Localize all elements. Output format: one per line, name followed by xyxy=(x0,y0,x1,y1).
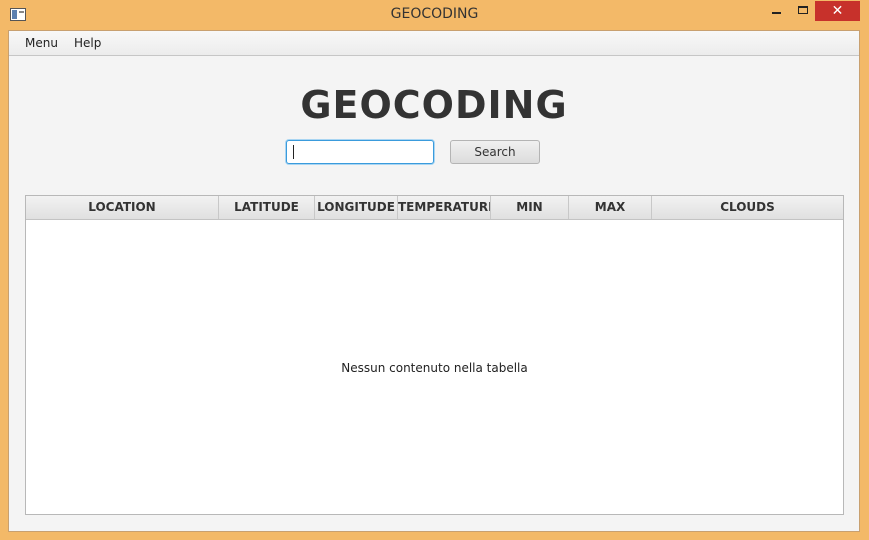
results-table[interactable]: LOCATION LATITUDE LONGITUDE TEMPERATURE … xyxy=(25,195,844,515)
search-input[interactable] xyxy=(286,140,434,164)
close-button[interactable]: ✕ xyxy=(815,1,860,21)
column-header-clouds[interactable]: CLOUDS xyxy=(652,196,843,219)
text-caret xyxy=(293,145,294,159)
title-bar[interactable]: GEOCODING ✕ xyxy=(0,0,869,30)
menu-item-menu[interactable]: Menu xyxy=(25,36,58,50)
search-button[interactable]: Search xyxy=(450,140,540,164)
column-header-location[interactable]: LOCATION xyxy=(26,196,219,219)
column-header-min[interactable]: MIN xyxy=(491,196,569,219)
column-header-max[interactable]: MAX xyxy=(569,196,652,219)
window-title: GEOCODING xyxy=(390,6,479,22)
client-area: Menu Help GEOCODING Search LOCATION LATI… xyxy=(8,30,860,532)
column-header-temperature[interactable]: TEMPERATURE xyxy=(398,196,491,219)
menu-bar: Menu Help xyxy=(9,31,859,56)
empty-table-message: Nessun contenuto nella tabella xyxy=(341,361,528,375)
maximize-button[interactable] xyxy=(792,1,814,21)
column-header-longitude[interactable]: LONGITUDE xyxy=(315,196,398,219)
menu-item-help[interactable]: Help xyxy=(74,36,101,50)
application-window: GEOCODING ✕ Menu Help GEOCODING Search L… xyxy=(0,0,869,540)
table-header: LOCATION LATITUDE LONGITUDE TEMPERATURE … xyxy=(26,196,843,220)
column-header-latitude[interactable]: LATITUDE xyxy=(219,196,315,219)
minimize-button[interactable] xyxy=(765,1,787,21)
close-icon: ✕ xyxy=(831,3,844,19)
page-title: GEOCODING xyxy=(300,83,568,127)
